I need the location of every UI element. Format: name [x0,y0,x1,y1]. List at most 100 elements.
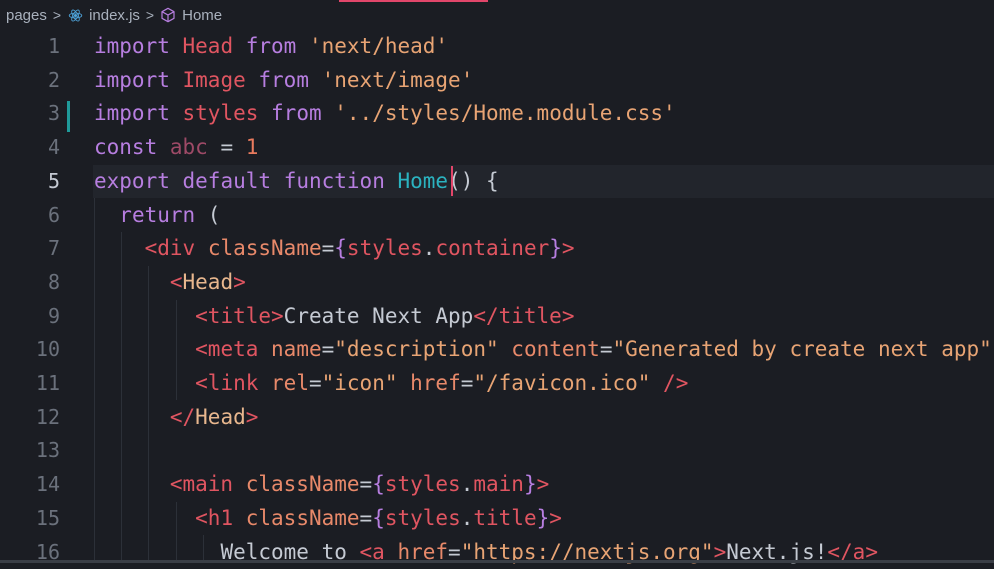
code-token: > [562,236,575,260]
code-token: Home [398,169,449,193]
code-token: . [461,472,474,496]
line-number: 14 [0,468,60,502]
code-token: content [511,337,600,361]
code-token [94,472,170,496]
code-token [94,236,145,260]
code-token: styles [385,472,461,496]
code-line[interactable]: 4const abc = 1 [0,131,994,165]
code-line[interactable]: 7 <div className={styles.container}> [0,232,994,266]
code-token: <title> [195,304,284,328]
code-token: = [322,236,335,260]
code-line[interactable]: 5export default function Home() { [93,165,994,199]
react-icon [67,7,83,23]
code-line[interactable]: 11 <link rel="icon" href="/favicon.ico" … [0,367,994,401]
code-token [271,169,284,193]
code-token: () { [448,169,499,193]
code-text: <link rel="icon" href="/favicon.ico" /> [94,367,688,401]
code-line[interactable]: 13 [0,434,994,468]
code-editor[interactable]: 1import Head from 'next/head'2import Ima… [0,30,994,563]
breadcrumb-item-pages[interactable]: pages [6,7,47,24]
code-line[interactable]: 14 <main className={styles.main}> [0,468,994,502]
code-text: <Head> [94,266,246,300]
breadcrumb-item-index-js[interactable]: index.js [89,7,140,24]
code-token: > [549,506,562,530]
line-number: 13 [0,434,60,468]
code-line[interactable]: 15 <h1 className={styles.title}> [0,502,994,536]
code-token: > [233,270,246,294]
code-token: . [423,236,436,260]
code-token: <link [195,371,258,395]
code-line[interactable]: 16 Welcome to <a href="https://nextjs.or… [0,536,994,569]
code-token: { [334,236,347,260]
code-token: = [322,337,335,361]
code-token: default [183,169,272,193]
line-number: 5 [0,165,60,199]
code-line[interactable]: 12 </Head> [0,401,994,435]
active-tab-indicator [339,0,488,2]
code-text: <meta name="description" content="Genera… [94,333,992,367]
code-text: </Head> [94,401,258,435]
line-number: 16 [0,536,60,569]
code-line[interactable]: 2import Image from 'next/image' [0,64,994,98]
code-token: Create Next App [284,304,474,328]
code-token [650,371,663,395]
code-token: from [246,34,297,58]
code-token [94,270,170,294]
code-token: > [246,405,259,429]
line-number: 2 [0,64,60,98]
line-number: 1 [0,30,60,64]
code-token [309,68,322,92]
code-token: className [208,236,322,260]
line-number: 12 [0,401,60,435]
code-text: <main className={styles.main}> [94,468,549,502]
line-number: 3 [0,97,60,131]
code-token: } [524,472,537,496]
code-token: <div [145,236,196,260]
symbol-class-icon [160,7,176,23]
code-token: Head [195,405,246,429]
code-token: className [246,472,360,496]
code-token [258,337,271,361]
code-line[interactable]: 10 <meta name="description" content="Gen… [0,333,994,367]
code-token: styles [183,101,259,125]
code-token: function [284,169,385,193]
code-token: 'next/head' [309,34,448,58]
code-token: className [246,506,360,530]
code-token: = [360,472,373,496]
code-line[interactable]: 3 import styles from '../styles/Home.modu… [0,97,994,131]
code-token: { [372,472,385,496]
code-token [94,203,119,227]
breadcrumb-item-home[interactable]: Home [182,7,222,24]
code-token: '../styles/Home.module.css' [334,101,675,125]
line-number: 7 [0,232,60,266]
code-line[interactable]: 9 <title>Create Next App</title> [0,300,994,334]
code-token: "description" [334,337,498,361]
code-token: <main [170,472,233,496]
chevron-right-icon: > [146,7,154,23]
code-token: Head [183,270,234,294]
code-line[interactable]: 1import Head from 'next/head' [0,30,994,64]
code-token: styles [347,236,423,260]
code-token: return [119,203,195,227]
code-token: . [461,506,474,530]
code-token: import [94,68,170,92]
code-text: export default function Home() { [94,165,499,199]
code-line[interactable]: 8 <Head> [0,266,994,300]
code-token: <meta [195,337,258,361]
code-token: from [271,101,322,125]
code-token: </title> [473,304,574,328]
code-token: name [271,337,322,361]
code-token [246,68,259,92]
code-text: <div className={styles.container}> [94,232,575,266]
code-token: 1 [246,135,259,159]
code-token: "Generated by create next app" [612,337,991,361]
code-token [94,337,195,361]
line-number: 4 [0,131,60,165]
code-token: 'next/image' [322,68,474,92]
code-line[interactable]: 6 return ( [0,199,994,233]
code-token: title [473,506,536,530]
code-token: href [410,371,461,395]
code-token: < [170,270,183,294]
code-token [170,169,183,193]
code-text: import styles from '../styles/Home.modul… [94,97,676,131]
